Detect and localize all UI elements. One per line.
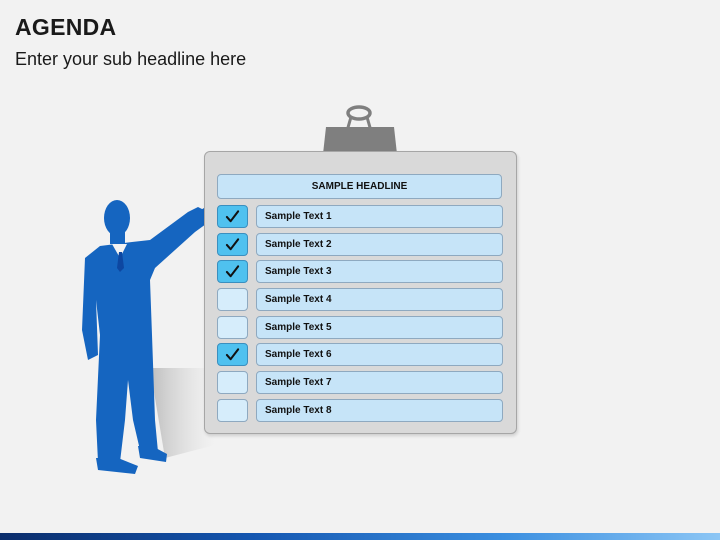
- check-icon: [225, 237, 240, 252]
- agenda-list: Sample Text 1 Sample Text 2 Sample Text 3 S…: [217, 205, 504, 427]
- agenda-item-label: Sample Text 8: [256, 398, 503, 422]
- agenda-item: Sample Text 6: [217, 343, 504, 367]
- agenda-item-label: Sample Text 5: [256, 315, 503, 339]
- check-icon: [225, 264, 240, 279]
- agenda-board: SAMPLE HEADLINE Sample Text 1 Sample Text…: [204, 151, 517, 434]
- board-headline: SAMPLE HEADLINE: [217, 174, 502, 199]
- agenda-checkbox[interactable]: [217, 205, 248, 228]
- agenda-item-label: Sample Text 6: [256, 343, 503, 367]
- agenda-checkbox[interactable]: [217, 232, 248, 256]
- agenda-checkbox[interactable]: [217, 343, 248, 367]
- agenda-checkbox[interactable]: [217, 371, 248, 395]
- check-icon: [225, 209, 240, 224]
- agenda-checkbox[interactable]: [217, 315, 248, 339]
- slide-title: AGENDA: [15, 14, 117, 40]
- agenda-item: Sample Text 5: [217, 315, 504, 339]
- agenda-item-label: Sample Text 7: [256, 371, 503, 395]
- footer-stripe: [0, 533, 720, 540]
- agenda-item: Sample Text 2: [217, 232, 504, 256]
- agenda-checkbox[interactable]: [217, 260, 248, 284]
- agenda-item-label: Sample Text 3: [256, 260, 503, 284]
- agenda-checkbox[interactable]: [217, 398, 248, 422]
- agenda-item-label: Sample Text 2: [256, 232, 503, 256]
- check-icon: [225, 347, 240, 362]
- agenda-item: Sample Text 8: [217, 398, 504, 422]
- agenda-checkbox[interactable]: [217, 288, 248, 312]
- slide-subtitle: Enter your sub headline here: [15, 49, 247, 69]
- agenda-item: Sample Text 1: [217, 205, 504, 228]
- agenda-item: Sample Text 4: [217, 288, 504, 312]
- agenda-item: Sample Text 7: [217, 371, 504, 395]
- agenda-item: Sample Text 3: [217, 260, 504, 284]
- agenda-item-label: Sample Text 1: [256, 205, 503, 228]
- agenda-item-label: Sample Text 4: [256, 288, 503, 312]
